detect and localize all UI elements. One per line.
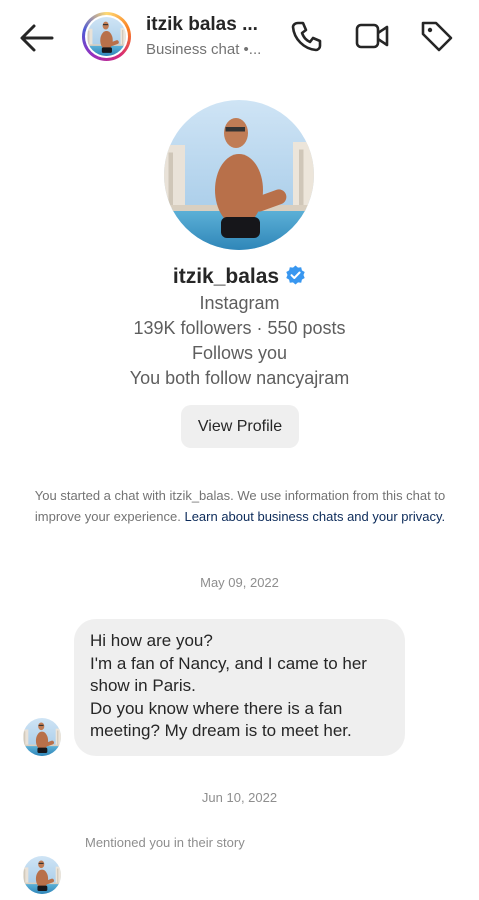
- profile-platform: Instagram: [199, 293, 280, 313]
- message-bubble[interactable]: Hi how are you? I'm a fan of Nancy, and …: [74, 619, 405, 756]
- date-separator: Jun 10, 2022: [201, 790, 278, 805]
- follows-you-text: Follows you: [191, 343, 288, 363]
- message-line: I'm a fan of Nancy, and I came to her: [90, 653, 367, 673]
- privacy-link[interactable]: Learn about business chats and your priv…: [184, 509, 445, 524]
- sender-avatar[interactable]: [23, 856, 61, 894]
- date-separator: May 09, 2022: [200, 575, 279, 590]
- label-button[interactable]: [419, 18, 455, 54]
- arrow-left-icon: [20, 24, 54, 52]
- video-call-button[interactable]: [354, 18, 390, 54]
- story-mention-text: Mentioned you in their story: [85, 835, 245, 850]
- header-avatar[interactable]: [82, 12, 131, 61]
- profile-picture[interactable]: [164, 100, 314, 250]
- mutual-follow-text: You both follow nancyajram: [129, 368, 350, 388]
- tag-icon: [421, 21, 453, 52]
- back-button[interactable]: [18, 20, 56, 56]
- sender-avatar[interactable]: [23, 718, 61, 756]
- avatar-image: [85, 15, 128, 58]
- profile-username-row: itzik_balas: [0, 265, 479, 292]
- chat-title[interactable]: itzik balas ...: [146, 14, 268, 36]
- phone-icon: [291, 21, 322, 52]
- chat-header: itzik balas ... Business chat •...: [0, 0, 479, 76]
- business-chat-notice: You started a chat with itzik_balas. We …: [22, 485, 458, 527]
- message-line: Hi how are you?: [90, 631, 213, 650]
- profile-stats: 139K followers · 550 posts: [133, 318, 346, 338]
- message-line: Do you know where there is a fan: [90, 698, 343, 718]
- view-profile-button[interactable]: View Profile: [181, 405, 299, 448]
- profile-username: itzik_balas: [172, 265, 280, 288]
- message-line: meeting? My dream is to meet her.: [90, 721, 352, 740]
- call-button[interactable]: [289, 18, 325, 54]
- video-camera-icon: [355, 23, 389, 49]
- message-line: show in Paris.: [90, 676, 196, 695]
- verified-badge-icon: [285, 265, 306, 292]
- chat-subtitle: Business chat •...: [146, 41, 262, 58]
